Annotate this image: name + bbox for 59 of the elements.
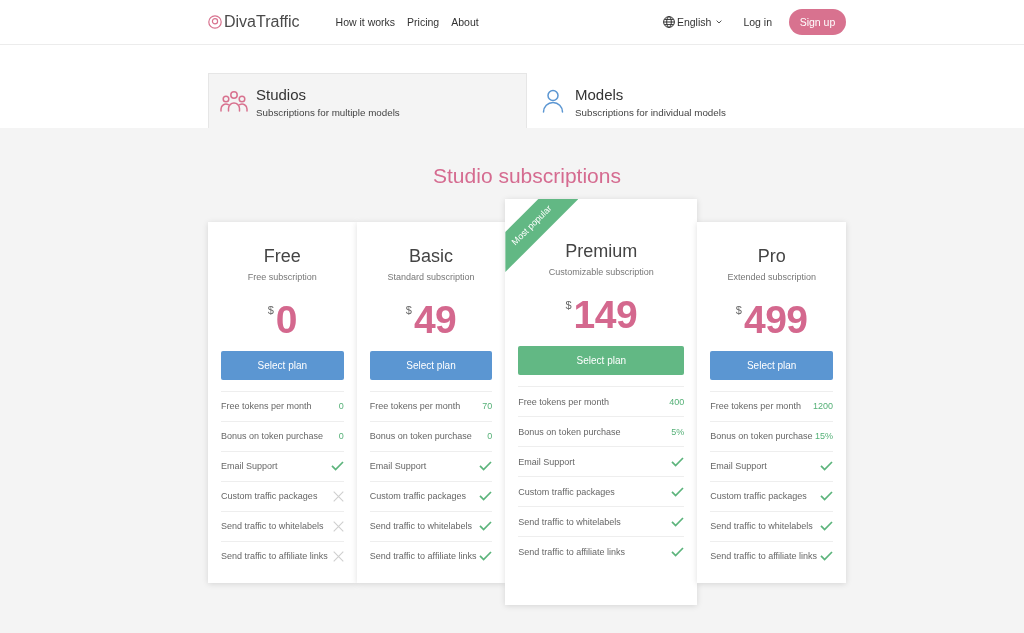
person-icon	[542, 89, 564, 113]
feature-label: Email Support	[710, 461, 767, 471]
feature-label: Bonus on token purchase	[710, 431, 813, 441]
feature-label: Send traffic to affiliate links	[369, 551, 477, 561]
feature-label: Bonus on token purchase	[369, 431, 472, 441]
plan-name: Free	[262, 244, 302, 267]
feature-label: Custom traffic packages	[710, 491, 807, 501]
feature-label: Bonus on token purchase	[518, 426, 621, 437]
feature-label: Custom traffic packages	[221, 491, 318, 501]
feature-label: Free tokens per month	[710, 401, 801, 411]
feature-label: Free tokens per month	[221, 401, 312, 411]
feature-value: 0	[487, 431, 493, 441]
feature-value: 0	[338, 431, 344, 441]
feature-label: Custom traffic packages	[518, 486, 615, 497]
price-amount: 149	[573, 292, 638, 338]
feature-label: Send traffic to whitelabels	[221, 521, 324, 531]
feature-value: 0	[338, 401, 344, 411]
language-select[interactable]: English	[662, 15, 723, 29]
feature-label: Send traffic to affiliate links	[221, 551, 328, 561]
group-people-icon	[220, 90, 248, 112]
feature-label: Free tokens per month	[369, 401, 461, 411]
subscription-tab[interactable]: Studios Subscriptions for multiple models	[208, 73, 527, 128]
plan-name: Basic	[408, 244, 454, 267]
plan-name: Pro	[756, 244, 787, 267]
feature-label: Email Support	[221, 461, 278, 471]
feature-label: Send traffic to affiliate links	[710, 551, 818, 561]
currency-symbol: $	[267, 303, 274, 316]
price-amount: 49	[413, 296, 457, 343]
nav-link[interactable]: Pricing	[407, 15, 440, 29]
nav-link[interactable]: About	[451, 15, 479, 29]
price-amount: 499	[743, 296, 808, 343]
feature-label: Custom traffic packages	[369, 491, 467, 501]
currency-symbol: $	[735, 303, 742, 316]
plan-description: Standard subscription	[386, 270, 476, 283]
plan-description: Extended subscription	[726, 270, 817, 283]
globe-icon	[662, 16, 675, 28]
section-heading: Studio subscriptions	[432, 164, 622, 188]
price-amount: 0	[275, 296, 297, 343]
feature-label: Free tokens per month	[518, 396, 609, 407]
feature-value: 400	[669, 396, 685, 407]
caret-icon	[716, 20, 723, 24]
feature-value: 1200	[813, 401, 833, 411]
plan-description: Free subscription	[246, 270, 318, 283]
feature-value: 5%	[671, 426, 685, 437]
currency-symbol: $	[565, 299, 572, 311]
ring-logo-icon	[208, 15, 222, 29]
feature-label: Email Support	[518, 456, 575, 467]
feature-label: Send traffic to affiliate links	[518, 546, 626, 557]
feature-label: Send traffic to whitelabels	[518, 516, 621, 527]
login-link[interactable]: Log in	[743, 15, 772, 29]
feature-label: Bonus on token purchase	[221, 431, 324, 441]
feature-value: 15%	[815, 431, 833, 441]
currency-symbol: $	[405, 303, 412, 316]
feature-label: Email Support	[369, 461, 427, 471]
feature-label: Send traffic to whitelabels	[369, 521, 473, 531]
nav-link[interactable]: How it works	[335, 15, 396, 29]
logo-link[interactable]: DivaTraffic	[208, 12, 300, 32]
feature-value: 70	[482, 401, 493, 411]
feature-label: Send traffic to whitelabels	[710, 521, 813, 531]
